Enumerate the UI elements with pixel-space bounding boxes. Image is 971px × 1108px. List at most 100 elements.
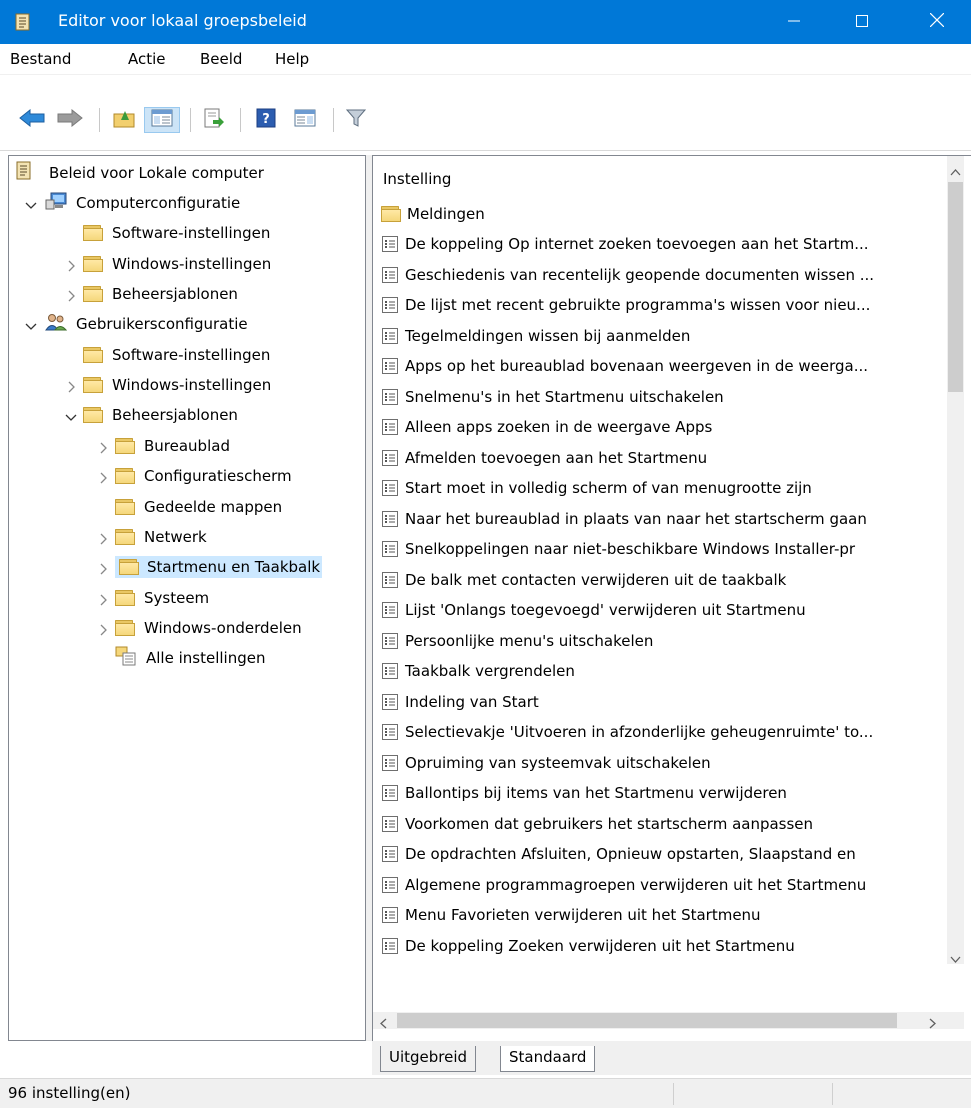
list-item[interactable]: De opdrachten Afsluiten, Opnieuw opstart… bbox=[381, 840, 941, 868]
list-item[interactable]: Apps op het bureaublad bovenaan weergeve… bbox=[381, 352, 941, 380]
folder-icon bbox=[115, 529, 135, 545]
tree-node-root[interactable]: Beleid voor Lokale computer bbox=[15, 159, 266, 187]
all-settings-icon bbox=[115, 646, 137, 670]
scroll-right-icon[interactable] bbox=[929, 1015, 937, 1033]
folder-icon bbox=[115, 499, 135, 515]
chevron-down-icon[interactable] bbox=[65, 409, 77, 421]
forward-button[interactable] bbox=[56, 107, 84, 133]
tree-node-shared-folders[interactable]: Gedeelde mappen bbox=[97, 493, 284, 521]
tree-node-user-config[interactable]: Gebruikersconfiguratie bbox=[25, 310, 250, 338]
list-item[interactable]: Selectievakje 'Uitvoeren in afzonderlijk… bbox=[381, 718, 941, 746]
policy-setting-icon bbox=[381, 754, 399, 772]
list-item[interactable]: Afmelden toevoegen aan het Startmenu bbox=[381, 444, 941, 472]
close-button[interactable] bbox=[903, 0, 971, 44]
horizontal-scroll-thumb[interactable] bbox=[397, 1013, 897, 1028]
policy-setting-icon bbox=[381, 662, 399, 680]
list-item[interactable]: De balk met contacten verwijderen uit de… bbox=[381, 566, 941, 594]
list-item[interactable]: Geschiedenis van recentelijk geopende do… bbox=[381, 261, 941, 289]
tree-node-windows-components[interactable]: Windows-onderdelen bbox=[97, 614, 304, 642]
list-item[interactable]: Snelmenu's in het Startmenu uitschakelen bbox=[381, 383, 941, 411]
tree-node-uc-admin[interactable]: Beheersjablonen bbox=[65, 401, 240, 429]
list-item[interactable]: Persoonlijke menu's uitschakelen bbox=[381, 627, 941, 655]
list-item[interactable]: Indeling van Start bbox=[381, 688, 941, 716]
list-item[interactable]: De lijst met recent gebruikte programma'… bbox=[381, 291, 941, 319]
chevron-right-icon[interactable] bbox=[65, 379, 77, 393]
scroll-up-icon[interactable] bbox=[950, 162, 961, 180]
policy-setting-icon bbox=[381, 876, 399, 894]
tree-label: Gebruikersconfiguratie bbox=[76, 315, 248, 333]
maximize-button[interactable] bbox=[828, 0, 896, 44]
list-item[interactable]: Menu Favorieten verwijderen uit het Star… bbox=[381, 901, 941, 929]
tree-label: Systeem bbox=[144, 589, 210, 607]
policy-setting-icon bbox=[381, 906, 399, 924]
tree-node-uc-software[interactable]: Software-instellingen bbox=[65, 341, 272, 369]
menu-bar: Bestand Actie Beeld Help bbox=[0, 44, 971, 75]
menu-action[interactable]: Actie bbox=[128, 50, 166, 68]
chevron-right-icon[interactable] bbox=[65, 288, 77, 302]
tree-node-uc-windows[interactable]: Windows-instellingen bbox=[65, 371, 273, 399]
vertical-scrollbar[interactable] bbox=[947, 156, 964, 964]
chevron-right-icon[interactable] bbox=[97, 561, 109, 575]
tree-node-network[interactable]: Netwerk bbox=[97, 523, 209, 551]
tree-node-all-settings[interactable]: Alle instellingen bbox=[115, 644, 267, 672]
tab-extended[interactable]: Uitgebreid bbox=[380, 1046, 477, 1072]
vertical-scroll-thumb[interactable] bbox=[948, 182, 963, 392]
settings-list-pane[interactable]: Instelling Meldingen De koppeling Op int… bbox=[372, 155, 971, 1041]
list-item[interactable]: Taakbalk vergrendelen bbox=[381, 657, 941, 685]
tree-node-control-panel[interactable]: Configuratiescherm bbox=[97, 462, 294, 490]
list-item[interactable]: Snelkoppelingen naar niet-beschikbare Wi… bbox=[381, 535, 941, 563]
action-pane-button[interactable] bbox=[290, 107, 320, 133]
menu-file[interactable]: Bestand bbox=[10, 50, 71, 68]
tree-node-cc-software[interactable]: Software-instellingen bbox=[65, 219, 272, 247]
tab-standard[interactable]: Standaard bbox=[500, 1046, 596, 1072]
show-hide-tree-button[interactable] bbox=[144, 107, 180, 133]
tree-node-cc-windows[interactable]: Windows-instellingen bbox=[65, 250, 273, 278]
tree-node-cc-admin[interactable]: Beheersjablonen bbox=[65, 280, 240, 308]
policy-setting-icon bbox=[381, 693, 399, 711]
chevron-down-icon[interactable] bbox=[25, 318, 37, 330]
window-title: Editor voor lokaal groepsbeleid bbox=[58, 11, 307, 30]
scroll-left-icon[interactable] bbox=[379, 1015, 387, 1033]
minimize-button[interactable] bbox=[760, 0, 828, 44]
list-item[interactable]: Lijst 'Onlangs toegevoegd' verwijderen u… bbox=[381, 596, 941, 624]
chevron-right-icon[interactable] bbox=[97, 592, 109, 606]
back-button[interactable] bbox=[18, 107, 46, 133]
column-header-setting[interactable]: Instelling bbox=[383, 170, 451, 188]
tree-node-desktop[interactable]: Bureaublad bbox=[97, 432, 232, 460]
folder-icon bbox=[83, 286, 103, 302]
list-item[interactable]: Start moet in volledig scherm of van men… bbox=[381, 474, 941, 502]
chevron-right-icon[interactable] bbox=[97, 622, 109, 636]
chevron-right-icon[interactable] bbox=[97, 470, 109, 484]
list-item[interactable]: Tegelmeldingen wissen bij aanmelden bbox=[381, 322, 941, 350]
tree-node-start-taskbar[interactable]: Startmenu en Taakbalk bbox=[97, 553, 323, 581]
menu-help[interactable]: Help bbox=[275, 50, 309, 68]
list-item[interactable]: De koppeling Op internet zoeken toevoege… bbox=[381, 230, 941, 258]
policy-setting-icon bbox=[381, 571, 399, 589]
list-item[interactable]: De koppeling Zoeken verwijderen uit het … bbox=[381, 932, 941, 960]
list-item[interactable]: Opruiming van systeemvak uitschakelen bbox=[381, 749, 941, 777]
filter-button[interactable] bbox=[342, 107, 370, 133]
tree-node-computer-config[interactable]: Computerconfiguratie bbox=[25, 189, 242, 217]
tree-node-system[interactable]: Systeem bbox=[97, 584, 211, 612]
up-one-level-button[interactable] bbox=[110, 107, 138, 133]
policy-setting-icon bbox=[381, 296, 399, 314]
list-item-label: De koppeling Zoeken verwijderen uit het … bbox=[405, 936, 795, 955]
list-item[interactable]: Ballontips bij items van het Startmenu v… bbox=[381, 779, 941, 807]
scroll-down-icon[interactable] bbox=[950, 950, 961, 968]
chevron-right-icon[interactable] bbox=[97, 531, 109, 545]
list-item-folder[interactable]: Meldingen bbox=[381, 200, 941, 228]
list-item[interactable]: Alleen apps zoeken in de weergave Apps bbox=[381, 413, 941, 441]
chevron-right-icon[interactable] bbox=[97, 440, 109, 454]
menu-view[interactable]: Beeld bbox=[200, 50, 242, 68]
export-list-button[interactable] bbox=[200, 107, 228, 133]
help-button[interactable]: ? bbox=[252, 107, 280, 133]
status-divider bbox=[673, 1083, 674, 1105]
list-item[interactable]: Voorkomen dat gebruikers het startscherm… bbox=[381, 810, 941, 838]
list-item[interactable]: Algemene programmagroepen verwijderen ui… bbox=[381, 871, 941, 899]
tree-pane[interactable]: Beleid voor Lokale computer Computerconf… bbox=[8, 155, 366, 1041]
list-item[interactable]: Naar het bureaublad in plaats van naar h… bbox=[381, 505, 941, 533]
chevron-down-icon[interactable] bbox=[25, 197, 37, 209]
chevron-right-icon[interactable] bbox=[65, 258, 77, 272]
horizontal-scrollbar[interactable] bbox=[373, 1012, 947, 1029]
